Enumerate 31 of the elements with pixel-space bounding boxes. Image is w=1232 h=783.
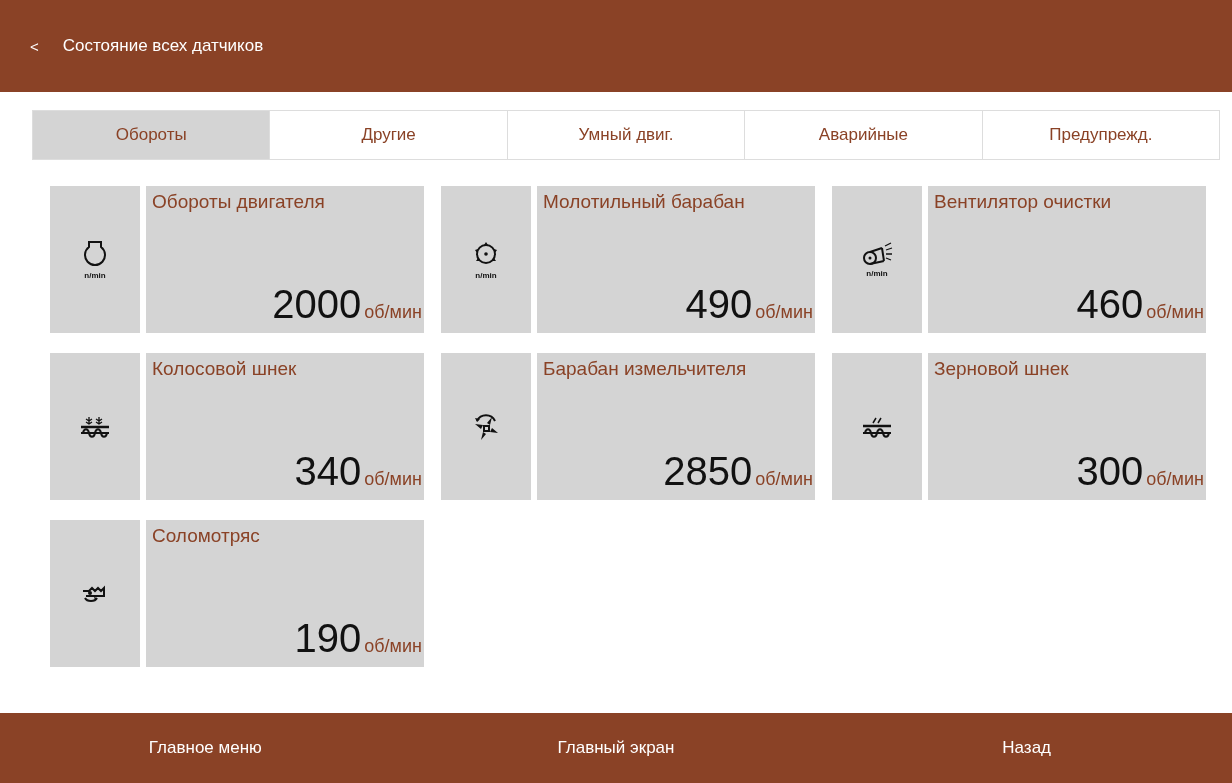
icon-caption: n/min xyxy=(866,269,888,278)
sensor-value: 340 xyxy=(294,449,362,494)
nav-button[interactable]: Главное меню xyxy=(0,713,411,783)
tab[interactable]: Обороты xyxy=(33,111,271,159)
sensor-value: 2000 xyxy=(272,282,362,327)
sensor-value: 2850 xyxy=(663,449,753,494)
sensor-value: 460 xyxy=(1076,282,1144,327)
back-button[interactable]: < xyxy=(30,37,39,55)
unit-label: об/мин xyxy=(364,469,422,490)
unit-label: об/мин xyxy=(1146,302,1204,323)
sensor-name: Обороты двигателя xyxy=(152,190,326,213)
sensor-name: Колосовой шнек xyxy=(152,357,298,380)
sensor-name: Барабан измельчителя xyxy=(543,357,748,380)
sensor-value: 300 xyxy=(1076,449,1144,494)
icon-caption: n/min xyxy=(84,271,106,280)
unit-label: об/мин xyxy=(755,469,813,490)
sensor-name: Вентилятор очистки xyxy=(934,190,1113,213)
fan-icon xyxy=(860,241,894,267)
sensor-name: Зерновой шнек xyxy=(934,357,1070,380)
unit-label: об/мин xyxy=(364,636,422,657)
unit-label: об/мин xyxy=(1146,469,1204,490)
unit-label: об/мин xyxy=(364,302,422,323)
sensor-value: 190 xyxy=(294,616,362,661)
unit-label: об/мин xyxy=(755,302,813,323)
nav-button[interactable]: Главный экран xyxy=(410,713,822,783)
screen-title: Состояние всех датчиков xyxy=(62,36,264,56)
sensor-name: Молотильный барабан xyxy=(543,190,746,213)
sensor-name: Соломотряс xyxy=(152,524,261,547)
nav-button[interactable]: Назад xyxy=(821,713,1232,783)
icon-caption: n/min xyxy=(475,271,497,280)
sensor-value: 490 xyxy=(685,282,753,327)
